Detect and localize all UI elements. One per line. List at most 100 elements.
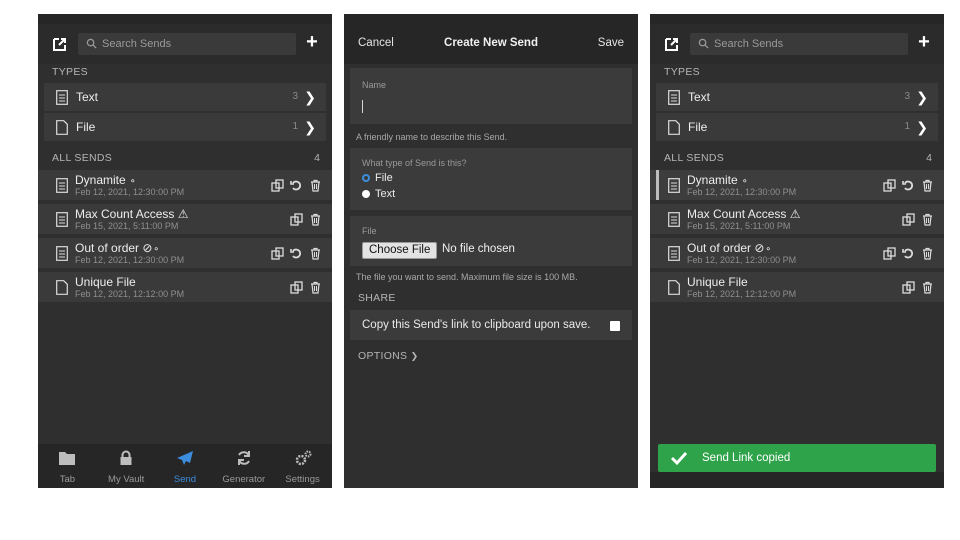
radio-selected-icon: [362, 174, 370, 182]
file-icon: [668, 120, 680, 135]
file-hint: The file you want to send. Maximum file …: [356, 272, 578, 282]
add-send-button[interactable]: +: [304, 32, 320, 52]
send-item[interactable]: Max Count Access ⚠ Feb 15, 2021, 5:11:00…: [650, 204, 944, 236]
radio-label: File: [375, 172, 393, 184]
copy-link-icon[interactable]: [902, 281, 915, 294]
chevron-right-icon: ❯: [304, 119, 316, 135]
remove-password-icon[interactable]: [290, 179, 303, 192]
copy-link-icon[interactable]: [883, 247, 896, 260]
paper-plane-icon: [176, 451, 193, 465]
tab-my-vault[interactable]: My Vault: [100, 444, 152, 488]
type-count: 3: [292, 91, 298, 102]
trash-icon[interactable]: [309, 213, 322, 226]
key-icon: ⚬: [764, 244, 772, 254]
type-label: File: [688, 120, 708, 134]
list-header: Search Sends +: [38, 24, 332, 64]
add-send-button[interactable]: +: [916, 32, 932, 52]
type-row-text[interactable]: Text 3 ❯: [44, 83, 326, 111]
copy-link-icon[interactable]: [290, 281, 303, 294]
trash-icon[interactable]: [921, 281, 934, 294]
type-count: 1: [292, 121, 298, 132]
send-list-panel: Search Sends + TYPES Text 3 ❯ File 1 ❯ A…: [650, 14, 944, 488]
search-input[interactable]: Search Sends: [690, 33, 908, 55]
copy-link-option[interactable]: Copy this Send's link to clipboard upon …: [350, 310, 632, 340]
trash-icon[interactable]: [921, 247, 934, 260]
warning-icon: ⚠: [789, 207, 801, 221]
list-header: Search Sends +: [650, 24, 944, 64]
send-name: Out of order: [75, 241, 140, 255]
type-row-file[interactable]: File 1 ❯: [656, 113, 938, 141]
text-doc-icon: [668, 246, 680, 261]
trash-icon[interactable]: [309, 247, 322, 260]
trash-icon[interactable]: [921, 179, 934, 192]
tab-label: Settings: [285, 474, 320, 485]
tab-generator[interactable]: Generator: [218, 444, 270, 488]
send-item[interactable]: Dynamite ⚬ Feb 12, 2021, 12:30:00 PM: [38, 170, 332, 202]
tab-label: My Vault: [108, 474, 145, 485]
text-doc-icon: [56, 212, 68, 227]
radio-icon: [362, 190, 370, 198]
send-type-group: What type of Send is this? File Text: [350, 148, 632, 210]
type-count: 1: [904, 121, 910, 132]
all-sends-count: 4: [314, 152, 320, 164]
popout-icon[interactable]: [664, 36, 680, 52]
remove-password-icon[interactable]: [902, 247, 915, 260]
send-item[interactable]: Unique File Feb 12, 2021, 12:12:00 PM: [650, 272, 944, 304]
lock-icon: [120, 450, 132, 465]
key-icon: ⚬: [152, 244, 160, 254]
search-placeholder: Search Sends: [102, 38, 172, 50]
tab-tab[interactable]: Tab: [41, 444, 93, 488]
text-doc-icon: [56, 90, 68, 105]
text-doc-icon: [668, 90, 680, 105]
search-input[interactable]: Search Sends: [78, 33, 296, 55]
key-icon: ⚬: [741, 176, 749, 186]
tab-settings[interactable]: Settings: [277, 444, 329, 488]
top-strip: [650, 14, 944, 24]
folder-icon: [59, 452, 76, 465]
name-field[interactable]: Name: [350, 68, 632, 124]
trash-icon[interactable]: [921, 213, 934, 226]
type-radio-file[interactable]: File: [362, 172, 393, 184]
key-icon: ⚬: [129, 176, 137, 186]
send-date: Feb 12, 2021, 12:30:00 PM: [75, 187, 185, 197]
send-name: Max Count Access: [687, 207, 787, 221]
type-row-text[interactable]: Text 3 ❯: [656, 83, 938, 111]
file-label: File: [362, 226, 377, 236]
create-send-header: Cancel Create New Send Save: [344, 24, 638, 64]
save-button[interactable]: Save: [598, 37, 624, 49]
toast-message: Send Link copied: [702, 452, 791, 464]
copy-link-icon[interactable]: [271, 179, 284, 192]
choose-file-button[interactable]: Choose File: [362, 242, 438, 259]
send-item[interactable]: Out of order ⊘⚬ Feb 12, 2021, 12:30:00 P…: [650, 238, 944, 270]
trash-icon[interactable]: [309, 281, 322, 294]
send-item[interactable]: Dynamite ⚬ Feb 12, 2021, 12:30:00 PM: [650, 170, 944, 202]
disabled-icon: ⊘: [754, 241, 765, 255]
send-item[interactable]: Unique File Feb 12, 2021, 12:12:00 PM: [38, 272, 332, 304]
copy-link-icon[interactable]: [290, 213, 303, 226]
top-strip: [344, 14, 638, 24]
type-row-file[interactable]: File 1 ❯: [44, 113, 326, 141]
type-label: File: [76, 120, 96, 134]
send-item[interactable]: Out of order ⊘⚬ Feb 12, 2021, 12:30:00 P…: [38, 238, 332, 270]
copy-link-icon[interactable]: [902, 213, 915, 226]
type-count: 3: [904, 91, 910, 102]
tab-send[interactable]: Send: [159, 444, 211, 488]
send-list-panel: Search Sends + TYPES Text 3 ❯ File 1 ❯ A…: [38, 14, 332, 488]
trash-icon[interactable]: [309, 179, 322, 192]
type-radio-text[interactable]: Text: [362, 188, 395, 200]
selection-indicator: [656, 170, 659, 200]
cogs-icon: [295, 450, 312, 466]
popout-icon[interactable]: [52, 36, 68, 52]
search-placeholder: Search Sends: [714, 38, 784, 50]
remove-password-icon[interactable]: [902, 179, 915, 192]
file-field: File Choose File No file chosen: [350, 216, 632, 266]
file-icon: [668, 280, 680, 295]
send-date: Feb 12, 2021, 12:30:00 PM: [75, 255, 185, 265]
copy-link-checkbox[interactable]: [610, 321, 620, 331]
options-toggle[interactable]: OPTIONS ❯: [358, 350, 418, 362]
remove-password-icon[interactable]: [290, 247, 303, 260]
copy-link-icon[interactable]: [883, 179, 896, 192]
copy-link-icon[interactable]: [271, 247, 284, 260]
toast-notification[interactable]: Send Link copied: [658, 444, 936, 472]
send-item[interactable]: Max Count Access ⚠ Feb 15, 2021, 5:11:00…: [38, 204, 332, 236]
